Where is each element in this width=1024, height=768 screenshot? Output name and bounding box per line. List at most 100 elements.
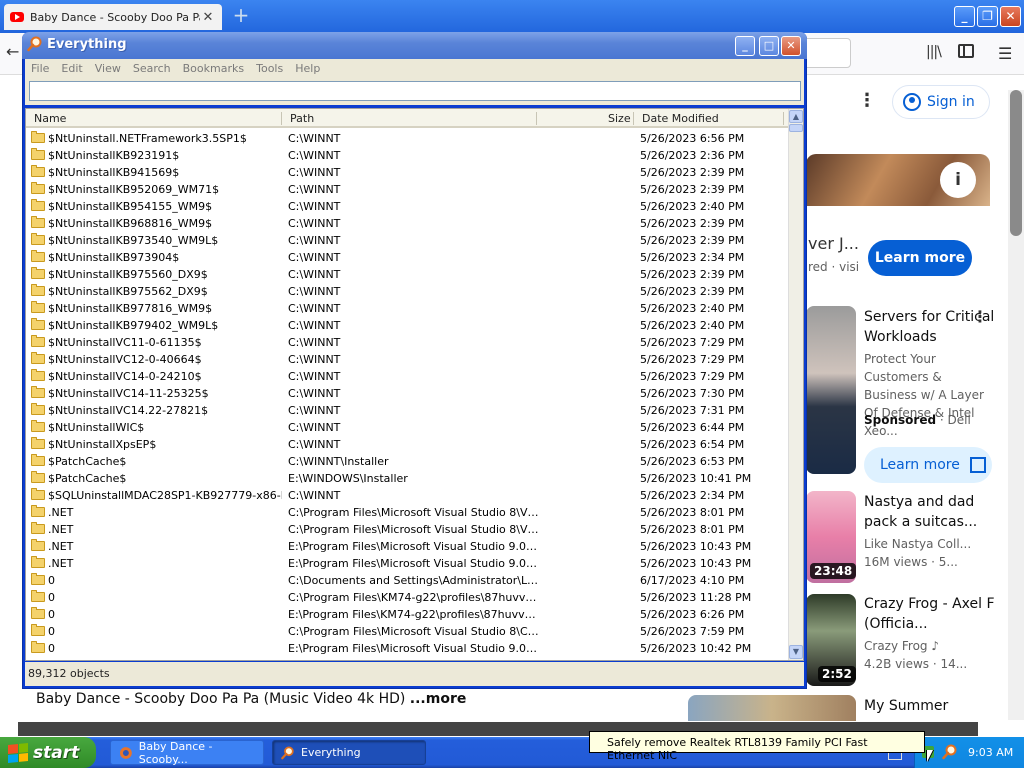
file-name: $PatchCache$ xyxy=(48,472,127,485)
library-icon[interactable]: |||\ xyxy=(926,44,942,60)
file-row[interactable]: $NtUninstallKB977816_WM9$ C:\WINNT 5/26/20… xyxy=(26,300,788,317)
magnifier-tray-icon[interactable] xyxy=(942,744,958,760)
browser-minimize-button[interactable]: _ xyxy=(954,6,975,27)
file-row[interactable]: $NtUninstallKB941569$ C:\WINNT 5/26/2023 2… xyxy=(26,164,788,181)
menu-edit[interactable]: Edit xyxy=(55,62,88,75)
file-row[interactable]: 0 C:\Program Files\Microsoft Visual Studi… xyxy=(26,623,788,640)
file-row[interactable]: $SQLUninstallMDAC28SP1-KB927779-x86-ENU$… xyxy=(26,487,788,504)
page-scrollbar-thumb[interactable] xyxy=(1010,90,1022,236)
file-path: E:\WINDOWS\Installer xyxy=(288,472,408,485)
file-row[interactable]: $NtUninstallVC12-0-40664$ C:\WINNT 5/26/20… xyxy=(26,351,788,368)
browser-maximize-button[interactable]: ❐ xyxy=(977,6,998,27)
list-scrollbar-thumb[interactable] xyxy=(789,124,803,132)
channel-name[interactable]: Like Nastya Coll... xyxy=(864,535,999,553)
menu-search[interactable]: Search xyxy=(127,62,177,75)
file-row[interactable]: $NtUninstall.NETFramework3.5SP1$ C:\WINNT… xyxy=(26,130,788,147)
show-more-link[interactable]: ...more xyxy=(410,691,467,707)
scroll-down-arrow-icon[interactable]: ▼ xyxy=(789,645,803,659)
channel-name[interactable]: Crazy Frog ♪ xyxy=(864,637,999,655)
column-divider[interactable] xyxy=(281,112,282,125)
browser-app-icon xyxy=(119,746,132,759)
scroll-up-arrow-icon[interactable]: ▲ xyxy=(789,110,803,123)
browser-close-button[interactable]: ✕ xyxy=(1000,6,1021,27)
file-row[interactable]: $NtUninstallKB968816_WM9$ C:\WINNT 5/26/20… xyxy=(26,215,788,232)
file-row[interactable]: $NtUninstallKB952069_WM71$ C:\WINNT 5/26/2… xyxy=(26,181,788,198)
sign-in-button[interactable]: Sign in xyxy=(892,85,990,119)
youtube-favicon-icon xyxy=(10,12,24,22)
tab-close-icon[interactable]: ✕ xyxy=(200,10,216,25)
folder-icon xyxy=(31,318,45,330)
column-divider[interactable] xyxy=(633,112,634,125)
address-bar[interactable] xyxy=(803,38,851,68)
close-button[interactable]: ✕ xyxy=(781,36,801,56)
column-header-name[interactable]: Name xyxy=(34,112,66,125)
list-scrollbar[interactable] xyxy=(788,109,803,660)
everything-titlebar[interactable] xyxy=(22,32,807,59)
video-thumbnail[interactable] xyxy=(688,695,856,721)
ad-learn-more-button[interactable]: Learn more xyxy=(868,240,972,276)
dell-learn-more-button[interactable]: Learn more xyxy=(864,447,992,483)
date-modified: 5/26/2023 10:41 PM xyxy=(640,472,752,485)
file-row[interactable]: $NtUninstallKB923191$ C:\WINNT 5/26/2023 2… xyxy=(26,147,788,164)
file-row[interactable]: $NtUninstallXpsEP$ C:\WINNT 5/26/2023 6:54… xyxy=(26,436,788,453)
recommendation-title[interactable]: Nastya and dad pack a suitcas... xyxy=(864,492,999,532)
mouse-cursor-icon xyxy=(927,750,933,762)
start-button[interactable]: start xyxy=(0,737,96,768)
recommendation-title[interactable]: My Summer xyxy=(864,696,999,716)
file-row[interactable]: $NtUninstallVC14-11-25325$ C:\WINNT 5/26/2… xyxy=(26,385,788,402)
sidebar-icon[interactable] xyxy=(958,44,974,58)
date-modified: 5/26/2023 2:40 PM xyxy=(640,200,745,213)
file-row[interactable]: $NtUninstallKB954155_WM9$ C:\WINNT 5/26/20… xyxy=(26,198,788,215)
column-divider[interactable] xyxy=(783,112,784,125)
date-modified: 5/26/2023 6:26 PM xyxy=(640,608,745,621)
video-thumbnail[interactable] xyxy=(806,306,856,474)
menu-view[interactable]: View xyxy=(89,62,127,75)
taskbar-item-everything[interactable]: Everything xyxy=(272,740,426,765)
file-row[interactable]: .NET E:\Program Files\Microsoft Visual St… xyxy=(26,538,788,555)
file-row[interactable]: 0 E:\Program Files\Microsoft Visual Studi… xyxy=(26,640,788,657)
file-row[interactable]: $NtUninstallKB973540_WM9L$ C:\WINNT 5/26/2… xyxy=(26,232,788,249)
minimize-button[interactable]: _ xyxy=(735,36,755,56)
folder-icon xyxy=(31,165,45,177)
file-row[interactable]: $NtUninstallKB979402_WM9L$ C:\WINNT 5/26/2… xyxy=(26,317,788,334)
column-header-size[interactable]: Size xyxy=(608,112,631,125)
file-row[interactable]: $NtUninstallVC14.22-27821$ C:\WINNT 5/26/2… xyxy=(26,402,788,419)
info-icon[interactable]: i xyxy=(940,162,976,198)
window-title: Everything xyxy=(47,37,127,52)
file-row[interactable]: .NET C:\Program Files\Microsoft Visual St… xyxy=(26,521,788,538)
search-input[interactable] xyxy=(29,81,801,101)
file-row[interactable]: 0 E:\Program Files\KM74-g22\profiles\87hu… xyxy=(26,606,788,623)
column-divider[interactable] xyxy=(536,112,537,125)
file-row[interactable]: $NtUninstallVC11-0-61135$ C:\WINNT 5/26/20… xyxy=(26,334,788,351)
menu-help[interactable]: Help xyxy=(289,62,326,75)
date-modified: 5/26/2023 2:39 PM xyxy=(640,234,745,247)
file-row[interactable]: .NET C:\Program Files\Microsoft Visual St… xyxy=(26,504,788,521)
browser-tab[interactable]: Baby Dance - Scooby Doo Pa Pa ( ✕ xyxy=(4,4,222,30)
view-count: 16M views · 5... xyxy=(864,555,958,569)
file-row[interactable]: $NtUninstallKB975562_DX9$ C:\WINNT 5/26/20… xyxy=(26,283,788,300)
recommendation-title[interactable]: Crazy Frog - Axel F (Officia... xyxy=(864,594,999,634)
maximize-button[interactable]: □ xyxy=(759,36,779,56)
file-row[interactable]: $NtUninstallKB973904$ C:\WINNT 5/26/2023 2… xyxy=(26,249,788,266)
column-header-date[interactable]: Date Modified xyxy=(642,112,719,125)
file-path: C:\WINNT xyxy=(288,370,341,383)
file-row[interactable]: $PatchCache$ C:\WINNT\Installer 5/26/2023 … xyxy=(26,453,788,470)
file-row[interactable]: 0 C:\Program Files\KM74-g22\profiles\87hu… xyxy=(26,589,788,606)
file-row[interactable]: $PatchCache$ E:\WINDOWS\Installer 5/26/202… xyxy=(26,470,788,487)
menu-tools[interactable]: Tools xyxy=(250,62,289,75)
new-tab-button[interactable]: + xyxy=(230,5,252,27)
file-row[interactable]: $NtUninstallKB975560_DX9$ C:\WINNT 5/26/20… xyxy=(26,266,788,283)
menu-bookmarks[interactable]: Bookmarks xyxy=(177,62,250,75)
taskbar-item-browser[interactable]: Baby Dance - Scooby... xyxy=(110,740,264,766)
clock[interactable]: 9:03 AM xyxy=(968,746,1013,759)
more-options-icon[interactable]: ⋮ xyxy=(858,90,876,111)
file-path: C:\Documents and Settings\Administrator\… xyxy=(288,574,540,587)
file-row[interactable]: $NtUninstallVC14-0-24210$ C:\WINNT 5/26/20… xyxy=(26,368,788,385)
recommendation-menu-icon[interactable]: ⋮ xyxy=(972,307,988,326)
hamburger-menu-icon[interactable]: ☰ xyxy=(998,44,1012,63)
file-row[interactable]: .NET E:\Program Files\Microsoft Visual St… xyxy=(26,555,788,572)
file-row[interactable]: 0 C:\Documents and Settings\Administrator… xyxy=(26,572,788,589)
menu-file[interactable]: File xyxy=(25,62,55,75)
column-header-path[interactable]: Path xyxy=(290,112,314,125)
file-row[interactable]: $NtUninstallWIC$ C:\WINNT 5/26/2023 6:44 P… xyxy=(26,419,788,436)
